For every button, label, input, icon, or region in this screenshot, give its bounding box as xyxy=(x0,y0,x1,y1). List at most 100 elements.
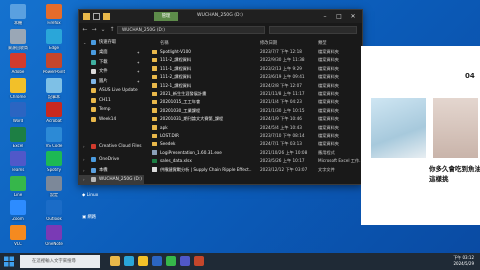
file-row[interactable]: LogiPresentation_1.60.31.exe 2021/10/26 上… xyxy=(150,149,360,157)
desktop-icon[interactable]: Acrobat xyxy=(39,102,69,124)
nav-item[interactable]: Temp xyxy=(79,105,144,114)
chrome-icon[interactable] xyxy=(138,256,148,266)
app-icon xyxy=(10,224,26,240)
file-row[interactable]: Seedek 2024/7/1 下午 03:13 檔案資料夾 xyxy=(150,140,360,148)
nav-network[interactable]: ▣ 網路 xyxy=(82,214,142,220)
column-header-type[interactable]: 類型 xyxy=(318,40,327,46)
advert-image[interactable] xyxy=(371,98,426,158)
nav-drive[interactable]: › WUCHAN_250G (D:) xyxy=(79,175,144,184)
nav-item-label: 下載 xyxy=(99,59,108,65)
app-icon xyxy=(46,126,62,142)
desktop-icon[interactable]: Edge xyxy=(39,28,69,51)
tab-manage[interactable]: 管理 xyxy=(154,12,178,21)
up-icon[interactable]: ↑ xyxy=(108,26,116,34)
close-button[interactable]: ✕ xyxy=(346,11,360,22)
file-icon xyxy=(152,108,157,113)
clock[interactable]: 下午 03:12 2024/5/29 xyxy=(453,255,474,267)
column-header-name[interactable]: 名稱 xyxy=(160,40,169,46)
chevron-down-icon[interactable]: ⌄ xyxy=(99,26,107,34)
nav-linux[interactable]: ◆ Linux xyxy=(82,193,142,198)
clock-date: 2024/5/29 xyxy=(453,261,474,266)
browser-window[interactable]: 04 你多久會吃到魚油這樣挑 xyxy=(361,46,480,225)
pin-icon[interactable]: ✦ xyxy=(137,58,140,67)
desktop-icon[interactable]: VLC xyxy=(3,224,33,247)
back-icon[interactable]: ← xyxy=(81,26,89,34)
nav-quick-access[interactable]: ⌄ 快速存取 xyxy=(79,38,144,47)
file-row[interactable]: 111-2_課程資料 2022/9/30 上午 11:38 檔案資料夾 xyxy=(150,56,360,64)
taskbar: 在這裡輸入文字來搜尋 下午 03:12 2024/5/29 xyxy=(0,253,480,270)
nav-creative-cloud[interactable]: › Creative Cloud Files xyxy=(79,142,144,151)
nav-item[interactable]: 文件 ✦ xyxy=(79,67,144,76)
column-header-date[interactable]: 修改日期 xyxy=(260,40,277,46)
powerpoint-icon[interactable] xyxy=(194,256,204,266)
line-icon[interactable] xyxy=(166,256,176,266)
file-row[interactable]: 111-2_課程資料 2023/6/19 上午 09:41 檔案資料夾 xyxy=(150,73,360,81)
file-date: 2024/2/8 下午 12:07 xyxy=(260,82,302,88)
file-icon xyxy=(152,158,157,164)
file-row[interactable]: Spotlight-V100 2023/7/7 下午 12:18 檔案資料夾 xyxy=(150,48,360,56)
desktop-icon[interactable]: PowerPoint xyxy=(39,53,69,75)
app-icon xyxy=(46,151,62,166)
edge-icon[interactable] xyxy=(124,256,134,266)
taskbar-search-input[interactable]: 在這裡輸入文字來搜尋 xyxy=(20,255,100,268)
file-explorer-icon[interactable] xyxy=(110,256,120,266)
teams-icon[interactable] xyxy=(180,256,190,266)
folder-icon xyxy=(91,78,96,84)
file-row[interactable]: LOST.DIR 2023/7/10 下午 08:14 檔案資料夾 xyxy=(150,132,360,140)
file-explorer-window: 管理 WUCHAN_250G (D:) – □ ✕ ← → ⌄ ↑ WUCHAN… xyxy=(78,9,363,185)
nav-onedrive[interactable]: › OneDrive xyxy=(79,155,144,164)
chevron-right-icon: › xyxy=(83,157,85,162)
nav-item[interactable]: 桌面 ✦ xyxy=(79,48,144,57)
desktop-icon[interactable]: Word xyxy=(3,102,33,124)
forward-icon[interactable]: → xyxy=(90,26,98,34)
advert-text[interactable]: 你多久會吃到魚油這樣挑 xyxy=(429,164,480,184)
file-row[interactable]: 111-1_課程資料 2023/2/13 上午 9:29 檔案資料夾 xyxy=(150,65,360,73)
nav-item[interactable]: Week14 xyxy=(79,115,144,124)
properties-icon[interactable] xyxy=(93,13,100,20)
desktop-icon[interactable]: Line xyxy=(3,175,33,198)
new-folder-icon[interactable] xyxy=(103,13,110,20)
desktop-icon[interactable]: Excel xyxy=(3,126,33,149)
title-bar[interactable]: 管理 WUCHAN_250G (D:) – □ ✕ xyxy=(79,10,362,23)
nav-item[interactable]: ASUS Live Update xyxy=(79,86,144,95)
nav-item[interactable]: CH11 xyxy=(79,96,144,105)
nav-item[interactable]: 下載 ✦ xyxy=(79,58,144,67)
advert-image-secondary[interactable] xyxy=(433,98,478,158)
file-row[interactable]: 20201031_期刊論文大賽第_課程 2024/1/9 下午 10:46 檔案資料… xyxy=(150,115,360,123)
windows-start-icon[interactable] xyxy=(4,256,14,267)
desktop-icon[interactable]: Zoom xyxy=(3,200,33,222)
desktop-icon[interactable]: Outlook xyxy=(39,200,69,222)
app-icon xyxy=(10,102,26,117)
file-icon xyxy=(152,91,157,96)
file-row[interactable]: apk 2024/5/4 上午 10:43 檔案資料夾 xyxy=(150,124,360,132)
file-row[interactable]: 2021_新生生涯發展計畫 2021/11/8 上午 11:17 檔案資料夾 xyxy=(150,90,360,98)
minimize-button[interactable]: – xyxy=(318,11,332,22)
desktop-icon[interactable]: Adobe xyxy=(3,53,33,75)
file-row[interactable]: 20201030_工業課程 2021/1/30 上午 10:15 檔案資料夾 xyxy=(150,107,360,115)
desktop-icon[interactable]: Spotify xyxy=(39,151,69,173)
desktop-icon[interactable]: 本機 xyxy=(3,4,33,26)
path-input[interactable]: WUCHAN_250G (D:) xyxy=(117,26,265,34)
file-row[interactable]: 112-1_課程資料 2024/2/8 下午 12:07 檔案資料夾 xyxy=(150,82,360,90)
nav-item[interactable]: 圖片 ✦ xyxy=(79,77,144,86)
pin-icon[interactable]: ✦ xyxy=(137,67,140,76)
desktop-icon[interactable]: 記事本 xyxy=(39,77,69,100)
desktop-icon[interactable]: VS Code xyxy=(39,126,69,149)
desktop-icon[interactable]: 資源回收筒 xyxy=(3,28,33,51)
maximize-button[interactable]: □ xyxy=(332,11,346,22)
search-input[interactable] xyxy=(269,26,357,34)
nav-this-pc[interactable]: › 本機 xyxy=(79,166,144,175)
desktop-icon[interactable]: OneNote xyxy=(39,224,69,247)
desktop-icon[interactable]: Firefox xyxy=(39,4,69,26)
word-icon[interactable] xyxy=(152,256,162,266)
desktop-icon[interactable]: 設定 xyxy=(39,175,69,198)
desktop-icon[interactable]: Teams xyxy=(3,151,33,173)
pin-icon[interactable]: ✦ xyxy=(137,48,140,57)
file-row[interactable]: 供應鏈實戰分析 | Supply Chain Ripple Effect... 2… xyxy=(150,166,360,174)
pin-icon[interactable]: ✦ xyxy=(137,77,140,86)
file-row[interactable]: sales_data.xlsx 2023/5/26 上午 10:17 Microso… xyxy=(150,157,362,165)
file-type: 檔案資料夾 xyxy=(318,74,339,80)
nav-item-label: Week14 xyxy=(99,116,117,122)
desktop-icon[interactable]: Chrome xyxy=(3,77,33,100)
file-row[interactable]: 20201015_工工年會 2021/1/4 下午 04:23 檔案資料夾 xyxy=(150,98,360,106)
